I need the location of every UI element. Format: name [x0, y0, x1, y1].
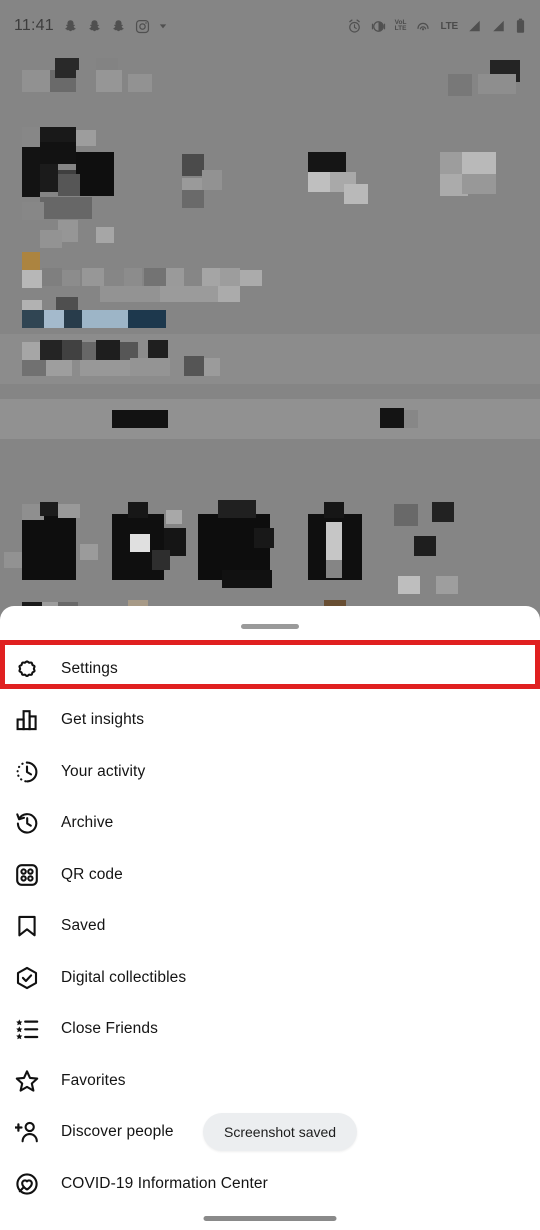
snapchat-ghost-icon — [113, 19, 124, 31]
menu-item-label: Settings — [61, 659, 118, 677]
menu-item-archive[interactable]: Archive — [0, 798, 540, 850]
snapchat-ghost-icon — [89, 19, 100, 31]
more-notifications-icon — [159, 24, 167, 29]
menu-item-qr-code[interactable]: QR code — [0, 849, 540, 901]
bookmark-icon — [15, 911, 53, 941]
status-bar: 11:41 VoL LTE LTE — [0, 0, 540, 52]
menu-item-label: Close Friends — [61, 1020, 158, 1038]
menu-item-your-activity[interactable]: Your activity — [0, 746, 540, 798]
covid-heart-circle-icon — [15, 1169, 53, 1199]
home-gesture-bar[interactable] — [203, 1216, 337, 1221]
menu-item-label: Get insights — [61, 711, 145, 729]
menu-item-covid-info-center[interactable]: COVID-19 Information Center — [0, 1158, 540, 1210]
hexagon-check-icon — [15, 963, 53, 993]
snapchat-ghost-icon — [65, 19, 76, 31]
hotspot-icon — [417, 22, 430, 30]
menu-item-label: Discover people — [61, 1123, 174, 1141]
menu-item-get-insights[interactable]: Get insights — [0, 695, 540, 747]
person-plus-icon — [15, 1117, 53, 1147]
volte-icon: VoL LTE — [394, 18, 407, 32]
archive-clock-arrow-icon — [15, 808, 53, 838]
status-bar-left: 11:41 — [14, 17, 167, 35]
menu-item-label: Saved — [61, 917, 106, 935]
menu-item-close-friends[interactable]: Close Friends — [0, 1004, 540, 1056]
vibrate-icon — [371, 20, 385, 32]
menu-item-saved[interactable]: Saved — [0, 901, 540, 953]
phone-screen: 11:41 VoL LTE LTE Settings Get insights … — [0, 0, 540, 1230]
alarm-icon — [348, 18, 360, 33]
star-icon — [15, 1066, 53, 1096]
battery-icon — [516, 18, 525, 33]
screenshot-saved-toast: Screenshot saved — [203, 1113, 358, 1151]
menu-item-favorites[interactable]: Favorites — [0, 1055, 540, 1107]
menu-item-settings[interactable]: Settings — [0, 643, 540, 695]
star-list-icon — [15, 1014, 53, 1044]
menu-item-digital-collectibles[interactable]: Digital collectibles — [0, 952, 540, 1004]
menu-item-label: Archive — [61, 814, 114, 832]
lte-label: LTE — [440, 20, 458, 32]
qr-code-icon — [15, 860, 53, 890]
instagram-camera-icon — [135, 19, 149, 33]
menu-item-label: Your activity — [61, 762, 146, 780]
bar-chart-icon — [15, 705, 53, 735]
activity-clock-icon — [15, 757, 53, 787]
menu-item-label: Digital collectibles — [61, 968, 187, 986]
menu-item-label: Favorites — [61, 1071, 126, 1089]
sheet-drag-handle[interactable] — [241, 624, 299, 629]
menu-item-label: QR code — [61, 865, 123, 883]
status-bar-clock: 11:41 — [14, 17, 54, 34]
signal-bars-1-icon — [469, 20, 480, 32]
status-bar-right: VoL LTE LTE — [347, 18, 526, 34]
gear-icon — [15, 654, 53, 684]
menu-item-label: COVID-19 Information Center — [61, 1174, 268, 1192]
signal-bars-2-icon — [493, 20, 504, 32]
